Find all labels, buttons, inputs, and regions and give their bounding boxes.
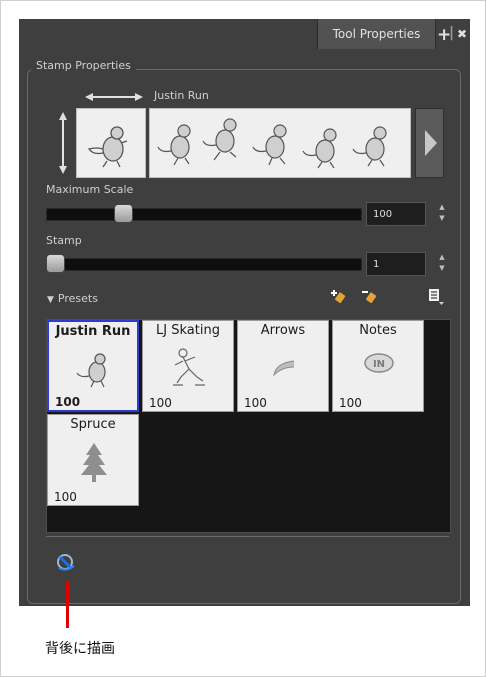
- stamp-preview: [76, 108, 146, 178]
- stamp-properties-title: Stamp Properties: [31, 59, 136, 72]
- preset-size: 100: [339, 396, 362, 410]
- footer-separator: [46, 536, 449, 537]
- preset-size: 100: [149, 396, 172, 410]
- tree-icon: [81, 443, 107, 482]
- skater-icon: [173, 348, 205, 386]
- next-frame-button[interactable]: [415, 108, 444, 178]
- maximum-scale-field[interactable]: 100: [366, 202, 426, 226]
- preset-size: 100: [244, 396, 267, 410]
- stamp-handle[interactable]: [46, 254, 65, 273]
- tab-tool-properties[interactable]: Tool Properties: [317, 19, 436, 49]
- maximum-scale-label: Maximum Scale: [46, 183, 134, 196]
- beaver-icon: [76, 353, 106, 388]
- preset-name: Arrows: [260, 323, 306, 338]
- arrow-stroke-icon: [273, 360, 295, 377]
- draw-behind-icon[interactable]: [56, 552, 76, 572]
- delete-preset-icon[interactable]: [362, 288, 378, 304]
- presets-grid: Justin Run 100 LJ Skating 100 Arrows 100…: [46, 319, 451, 533]
- tool-properties-panel: Tool Properties + | ✖ Stamp Properties J…: [19, 19, 470, 606]
- svg-text:IN: IN: [373, 359, 385, 370]
- callout-line: [66, 581, 69, 628]
- preset-justin-run[interactable]: Justin Run 100: [47, 320, 139, 412]
- preset-name: Spruce: [70, 417, 116, 432]
- preset-size: 100: [55, 395, 81, 409]
- preset-menu-icon[interactable]: [428, 288, 444, 306]
- preset-lj-skating[interactable]: LJ Skating 100: [142, 320, 234, 412]
- stamp-label: Stamp: [46, 234, 82, 247]
- draw-behind-callout: 背後に描画: [45, 641, 115, 657]
- close-panel-icon[interactable]: ✖: [457, 27, 467, 41]
- preset-arrows[interactable]: Arrows 100: [237, 320, 329, 412]
- stamp-frames-strip[interactable]: [149, 108, 411, 178]
- preset-name: Justin Run: [55, 324, 131, 339]
- tab-actions: + | ✖: [437, 19, 471, 49]
- maximum-scale-slider[interactable]: [46, 208, 362, 221]
- preset-notes[interactable]: Notes IN 100: [332, 320, 424, 412]
- new-preset-icon[interactable]: [331, 288, 347, 304]
- collapse-triangle-icon: ▼: [47, 295, 54, 305]
- maximum-scale-spinner[interactable]: ▲ ▼: [438, 202, 446, 224]
- preset-size: 100: [54, 490, 77, 504]
- note-stamp-icon: IN: [364, 353, 394, 373]
- vertical-arrow-icon: [59, 112, 67, 174]
- presets-label: Presets: [57, 292, 98, 305]
- stamp-slider[interactable]: [46, 258, 362, 271]
- stamp-spinner[interactable]: ▲ ▼: [438, 252, 446, 274]
- stamp-field[interactable]: 1: [366, 252, 426, 276]
- maximum-scale-handle[interactable]: [114, 204, 134, 223]
- divider-icon: |: [449, 25, 455, 41]
- preset-name: Notes: [359, 323, 397, 338]
- presets-header[interactable]: ▼ Presets: [47, 292, 98, 305]
- beaver-icon: [87, 126, 128, 168]
- preset-spruce[interactable]: Spruce 100: [47, 414, 139, 506]
- preset-name: LJ Skating: [156, 323, 220, 338]
- horizontal-arrow-icon: [85, 93, 143, 101]
- play-right-icon: [425, 130, 437, 156]
- stamp-name: Justin Run: [154, 89, 209, 102]
- beaver-frames-icon: [157, 118, 387, 169]
